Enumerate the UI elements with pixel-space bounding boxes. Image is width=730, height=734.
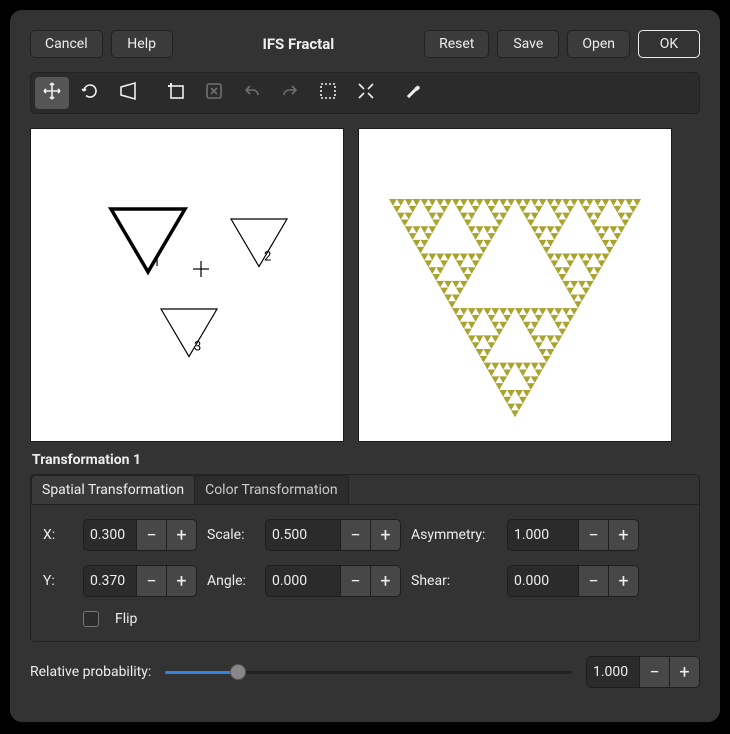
angle-plus[interactable]: + bbox=[370, 566, 400, 596]
select-all-icon bbox=[318, 81, 338, 105]
dialog-title: IFS Fractal bbox=[181, 35, 416, 53]
parameters-box: Spatial Transformation Color Transformat… bbox=[30, 474, 700, 642]
preview-pane bbox=[358, 128, 672, 442]
stretch-icon bbox=[118, 81, 138, 105]
relprob-row: Relative probability: − + bbox=[30, 656, 700, 688]
move-tool[interactable] bbox=[35, 77, 69, 109]
shear-label: Shear: bbox=[411, 573, 497, 589]
undo-icon bbox=[242, 81, 262, 105]
x-input[interactable] bbox=[84, 520, 136, 550]
relprob-plus[interactable]: + bbox=[669, 657, 699, 687]
scale-minus[interactable]: − bbox=[340, 520, 370, 550]
asym-spin: − + bbox=[507, 519, 639, 551]
scale-plus[interactable]: + bbox=[370, 520, 400, 550]
delete-icon bbox=[204, 81, 224, 105]
relprob-minus[interactable]: − bbox=[639, 657, 669, 687]
scale-label: Scale: bbox=[207, 527, 255, 543]
toolbar bbox=[30, 72, 700, 114]
open-button[interactable]: Open bbox=[567, 30, 630, 58]
tabs: Spatial Transformation Color Transformat… bbox=[31, 475, 699, 505]
x-spin: − + bbox=[83, 519, 197, 551]
delete-tool bbox=[197, 77, 231, 109]
svg-text:3: 3 bbox=[194, 340, 201, 355]
preview-panes: 1 2 3 bbox=[30, 128, 700, 442]
relprob-slider[interactable] bbox=[165, 662, 572, 682]
rotate-icon bbox=[80, 81, 100, 105]
undo-tool bbox=[235, 77, 269, 109]
reset-button[interactable]: Reset bbox=[424, 30, 489, 58]
y-plus[interactable]: + bbox=[166, 566, 196, 596]
options-tool[interactable] bbox=[397, 77, 431, 109]
shear-minus[interactable]: − bbox=[578, 566, 608, 596]
redo-tool bbox=[273, 77, 307, 109]
relprob-spin: − + bbox=[586, 656, 700, 688]
svg-text:2: 2 bbox=[264, 250, 271, 265]
y-label: Y: bbox=[43, 573, 73, 589]
redo-icon bbox=[280, 81, 300, 105]
x-plus[interactable]: + bbox=[166, 520, 196, 550]
select-all-tool[interactable] bbox=[311, 77, 345, 109]
angle-minus[interactable]: − bbox=[340, 566, 370, 596]
relprob-input[interactable] bbox=[587, 657, 639, 687]
flip-checkbox[interactable] bbox=[83, 611, 99, 627]
rotate-tool[interactable] bbox=[73, 77, 107, 109]
relprob-label: Relative probability: bbox=[30, 664, 151, 680]
x-minus[interactable]: − bbox=[136, 520, 166, 550]
tab-color[interactable]: Color Transformation bbox=[194, 475, 349, 504]
recenter-tool[interactable] bbox=[349, 77, 383, 109]
shear-plus[interactable]: + bbox=[608, 566, 638, 596]
cancel-button[interactable]: Cancel bbox=[30, 30, 103, 58]
help-button[interactable]: Help bbox=[111, 30, 173, 58]
scale-spin: − + bbox=[265, 519, 401, 551]
ok-button[interactable]: OK bbox=[638, 30, 700, 58]
transformation-heading: Transformation 1 bbox=[32, 452, 700, 468]
asym-input[interactable] bbox=[508, 520, 578, 550]
svg-text:1: 1 bbox=[153, 255, 160, 270]
shear-input[interactable] bbox=[508, 566, 578, 596]
move-icon bbox=[42, 81, 62, 105]
dialog-window: Cancel Help IFS Fractal Reset Save Open … bbox=[10, 10, 720, 722]
titlebar: Cancel Help IFS Fractal Reset Save Open … bbox=[30, 30, 700, 58]
tab-spatial[interactable]: Spatial Transformation bbox=[31, 475, 195, 504]
tab-body: X: − + Scale: − + Asymmetry: − + bbox=[31, 505, 699, 641]
save-button[interactable]: Save bbox=[497, 30, 559, 58]
angle-spin: − + bbox=[265, 565, 401, 597]
asym-minus[interactable]: − bbox=[578, 520, 608, 550]
add-icon bbox=[166, 81, 186, 105]
asym-label: Asymmetry: bbox=[411, 527, 497, 543]
recenter-icon bbox=[356, 81, 376, 105]
y-input[interactable] bbox=[84, 566, 136, 596]
design-pane[interactable]: 1 2 3 bbox=[30, 128, 344, 442]
y-minus[interactable]: − bbox=[136, 566, 166, 596]
angle-input[interactable] bbox=[266, 566, 340, 596]
scale-input[interactable] bbox=[266, 520, 340, 550]
x-label: X: bbox=[43, 527, 73, 543]
shear-spin: − + bbox=[507, 565, 639, 597]
new-tool[interactable] bbox=[159, 77, 193, 109]
angle-label: Angle: bbox=[207, 573, 255, 589]
flip-label: Flip bbox=[115, 611, 137, 627]
asym-plus[interactable]: + bbox=[608, 520, 638, 550]
y-spin: − + bbox=[83, 565, 197, 597]
stretch-tool[interactable] bbox=[111, 77, 145, 109]
wrench-icon bbox=[404, 81, 424, 105]
